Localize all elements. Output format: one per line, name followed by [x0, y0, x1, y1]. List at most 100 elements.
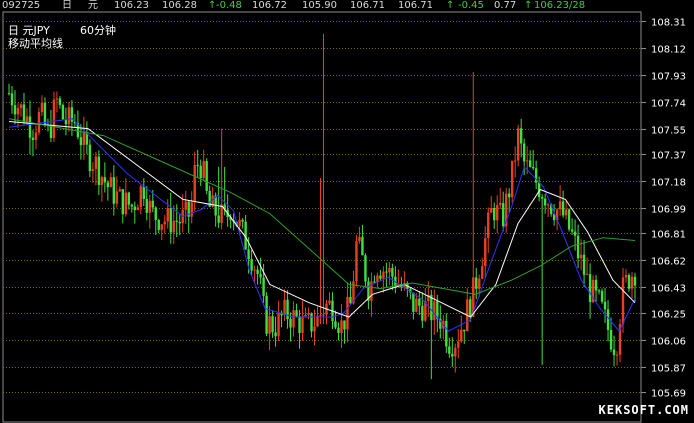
- candle-body: [196, 164, 199, 166]
- candle-body: [328, 300, 331, 304]
- candle-body: [358, 236, 361, 242]
- candle-body: [247, 249, 250, 260]
- candle-body: [463, 329, 466, 332]
- candle-body: [508, 193, 511, 198]
- candle-body: [169, 208, 172, 233]
- candle-body: [13, 105, 17, 115]
- quote-value-1: 106.72: [252, 0, 287, 11]
- quote-last: 106.23/28: [534, 0, 586, 11]
- axis-tick-label: 107.37: [651, 151, 686, 162]
- candle-body: [49, 125, 53, 138]
- candle-body: [148, 200, 151, 213]
- axis-tick-label: 107.93: [651, 72, 686, 83]
- candle-body: [313, 326, 316, 332]
- candle-body: [567, 209, 571, 230]
- price-chart: 108.31 108.12 107.93 107.74 107.55 107.37 107.…: [2, 11, 686, 423]
- candle-body: [217, 215, 220, 223]
- candle-body: [612, 349, 616, 356]
- candle-body: [388, 267, 391, 273]
- candle-body: [286, 299, 289, 320]
- quote-high: 106.28: [162, 0, 197, 11]
- candle-body: [136, 207, 139, 211]
- candle-body: [109, 177, 113, 188]
- candle-body: [340, 320, 343, 333]
- candle-body: [271, 316, 274, 333]
- candle-body: [457, 341, 460, 348]
- candle-body: [573, 231, 577, 236]
- price-axis: 108.31 108.12 107.93 107.74 107.55 107.37 107.…: [641, 18, 686, 400]
- candle-body: [37, 112, 41, 133]
- candle-body: [349, 296, 352, 304]
- ma-short-line: [8, 118, 636, 333]
- candle-body: [253, 269, 256, 271]
- grid-lines: [2, 11, 642, 423]
- candle-body: [609, 329, 613, 350]
- candle-body: [585, 274, 589, 276]
- axis-tick-label: 107.74: [651, 99, 686, 110]
- candle-body: [478, 278, 481, 289]
- candle-body: [289, 319, 292, 328]
- candle-body: [546, 204, 550, 206]
- candle-body: [172, 220, 175, 233]
- candle-body: [91, 168, 95, 172]
- candle-body: [112, 177, 116, 204]
- candle-body: [250, 259, 253, 271]
- quote-value-3: 106.71: [350, 0, 385, 11]
- candle-body: [55, 98, 59, 100]
- candle-body: [415, 298, 418, 312]
- candle-body: [594, 279, 598, 291]
- candle-body: [202, 161, 205, 178]
- candle-body: [627, 275, 631, 289]
- candle-body: [355, 241, 358, 282]
- candle-body: [100, 177, 104, 185]
- candle-body: [499, 203, 502, 206]
- candle-body: [256, 269, 259, 275]
- candle-body: [121, 189, 125, 215]
- candle-body: [40, 102, 44, 113]
- candle-body: [10, 93, 14, 106]
- candle-body: [385, 271, 388, 273]
- candle-body: [522, 143, 526, 162]
- candle-body: [25, 116, 29, 122]
- candle-body: [603, 301, 607, 310]
- candle-body: [451, 353, 454, 357]
- candle-body: [445, 320, 448, 347]
- quote-open: 106.23: [114, 0, 149, 11]
- ma-long-line: [8, 118, 636, 295]
- candle-body: [7, 93, 11, 95]
- quote-change-2: -0.45: [458, 0, 484, 11]
- candle-body: [493, 208, 496, 221]
- candle-body: [58, 98, 62, 105]
- candle-body: [460, 329, 463, 342]
- candle-body: [382, 271, 385, 279]
- candle-body: [283, 299, 286, 316]
- candle-body: [621, 277, 625, 325]
- candle-body: [624, 275, 628, 278]
- axis-tick-label: 105.69: [651, 389, 686, 400]
- candle-body: [142, 186, 145, 199]
- candle-body: [448, 346, 451, 354]
- candle-body: [43, 102, 47, 125]
- candle-body: [133, 206, 136, 211]
- candle-body: [193, 164, 196, 203]
- candle-body: [343, 320, 346, 330]
- candle-body: [190, 202, 193, 217]
- candle-body: [19, 104, 23, 109]
- candle-body: [310, 313, 313, 332]
- candle-body: [543, 198, 547, 206]
- candle-body: [579, 254, 583, 259]
- candle-body: [277, 312, 280, 337]
- candle-body: [490, 208, 493, 213]
- candle-body: [319, 315, 322, 317]
- candle-body: [337, 327, 340, 333]
- candle-body: [570, 229, 574, 232]
- candle-body: [145, 198, 148, 213]
- candle-body: [582, 254, 586, 275]
- up-arrow-icon: ↑: [524, 0, 533, 11]
- candle-body: [52, 99, 56, 138]
- candle-body: [127, 192, 131, 205]
- candle-body: [82, 132, 86, 146]
- candle-body: [274, 332, 277, 337]
- candle-body: [307, 313, 310, 316]
- candle-body: [346, 296, 349, 330]
